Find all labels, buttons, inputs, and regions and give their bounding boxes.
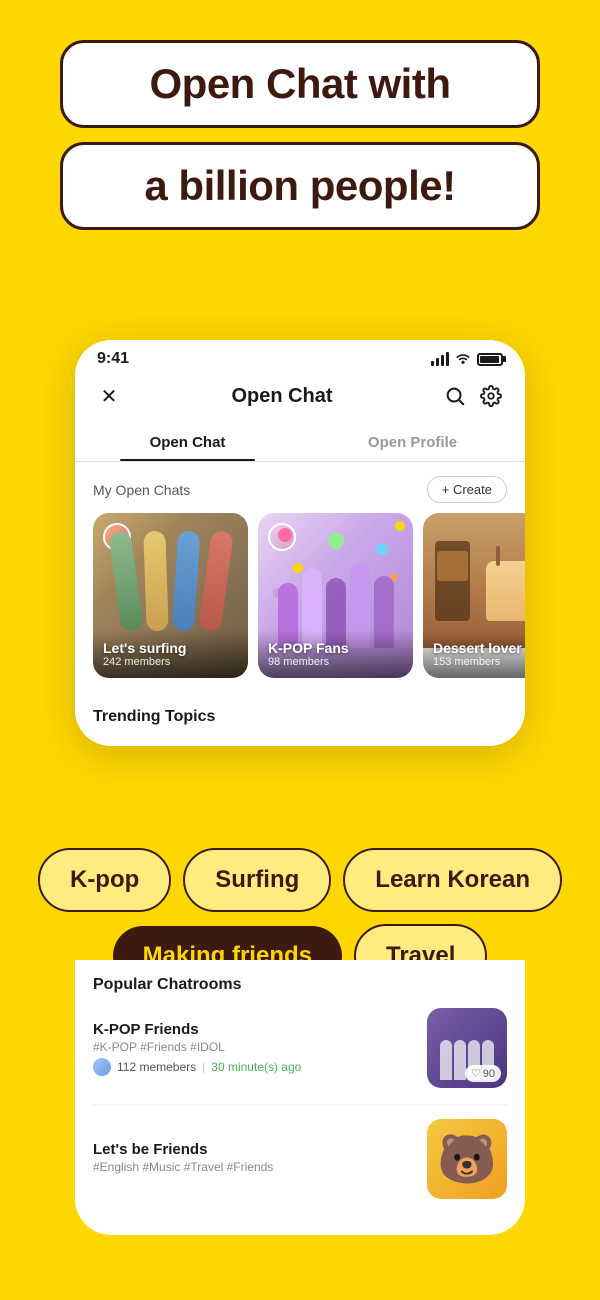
my-open-chats-header: My Open Chats + Create [75,462,525,513]
hero-line1: Open Chat with [93,61,507,107]
card-members-kpop: 98 members [268,656,403,668]
card-title-dessert: Dessert lover [433,640,525,656]
nav-title: Open Chat [231,385,332,408]
room-tags-kpop: #K-POP #Friends #IDOL [93,1040,413,1054]
card-title-surfing: Let's surfing [103,640,238,656]
trending-spacer [75,726,525,746]
settings-button[interactable] [475,380,507,412]
trending-section: Trending Topics [75,694,525,726]
person-1 [440,1040,452,1080]
bear-icon: 🐻 [437,1131,497,1188]
heart-count: ♡90 [465,1065,501,1082]
chat-room-friends[interactable]: Let's be Friends #English #Music #Travel… [93,1119,507,1199]
status-bar: 9:41 [75,340,525,372]
chat-room-friends-info: Let's be Friends #English #Music #Travel… [93,1141,413,1178]
dessert-item [486,561,525,621]
room-avatar-kpop [93,1058,111,1076]
chat-card-dessert[interactable]: Dessert lover 153 members [423,513,525,678]
phone-mockup: 9:41 ✕ Open Chat [75,340,525,746]
hero-line2: a billion people! [93,163,507,209]
room-members-kpop: 112 memebers [117,1060,196,1074]
room-time-kpop: 30 minute(s) ago [211,1060,301,1074]
divider [93,1104,507,1105]
speech-bubble-1: Open Chat with [60,40,540,128]
topic-kpop[interactable]: K-pop [38,848,171,912]
topic-learn-korean[interactable]: Learn Korean [343,848,562,912]
room-tags-friends: #English #Music #Travel #Friends [93,1160,413,1174]
card-members-surfing: 242 members [103,656,238,668]
close-icon: ✕ [101,384,118,409]
topics-row-1: K-pop Surfing Learn Korean [16,848,584,912]
status-time: 9:41 [97,350,129,368]
room-name-kpop: K-POP Friends [93,1021,413,1038]
chat-room-kpop-info: K-POP Friends #K-POP #Friends #IDOL 112 … [93,1021,413,1076]
card-title-kpop: K-POP Fans [268,640,403,656]
card-overlay-dessert: Dessert lover 153 members [423,630,525,678]
nav-bar: ✕ Open Chat [75,372,525,422]
tab-open-profile[interactable]: Open Profile [300,422,525,461]
room-divider: | [202,1060,205,1074]
trending-title: Trending Topics [93,708,507,726]
room-thumbnail-kpop: ♡90 [427,1008,507,1088]
chat-cards-row: Let's surfing 242 members [75,513,525,694]
popular-chatrooms-section: Popular Chatrooms K-POP Friends #K-POP #… [75,960,525,1199]
room-thumbnail-friends: 🐻 [427,1119,507,1199]
chat-card-surfing[interactable]: Let's surfing 242 members [93,513,248,678]
create-button[interactable]: + Create [427,476,507,503]
card-overlay-kpop: K-POP Fans 98 members [258,630,413,678]
dessert-scene [423,513,525,648]
chat-room-kpop-friends[interactable]: K-POP Friends #K-POP #Friends #IDOL 112 … [93,1008,507,1088]
tab-open-chat[interactable]: Open Chat [75,422,300,461]
phone-bottom: Popular Chatrooms K-POP Friends #K-POP #… [75,960,525,1235]
topic-surfing[interactable]: Surfing [183,848,331,912]
surfboard-4 [198,529,234,631]
chat-card-kpop[interactable]: K-POP Fans 98 members [258,513,413,678]
room-meta-kpop: 112 memebers | 30 minute(s) ago [93,1058,413,1076]
nav-right-icons [439,380,507,412]
signal-icon [431,352,449,366]
card-overlay-surfing: Let's surfing 242 members [93,630,248,678]
search-button[interactable] [439,380,471,412]
battery-icon [477,353,503,366]
close-button[interactable]: ✕ [93,380,125,412]
surfboard-1 [108,529,144,631]
surf-scene [93,513,248,648]
hero-section: Open Chat with a billion people! [0,0,600,262]
popular-title: Popular Chatrooms [93,976,507,994]
card-members-dessert: 153 members [433,656,525,668]
status-icons [431,351,503,367]
tabs-bar: Open Chat Open Profile [75,422,525,462]
surfboard-3 [171,530,200,631]
my-open-chats-label: My Open Chats [93,482,190,498]
wifi-icon [455,351,471,367]
surfboard-2 [143,530,168,631]
speech-bubble-2: a billion people! [60,142,540,230]
room-name-friends: Let's be Friends [93,1141,413,1158]
